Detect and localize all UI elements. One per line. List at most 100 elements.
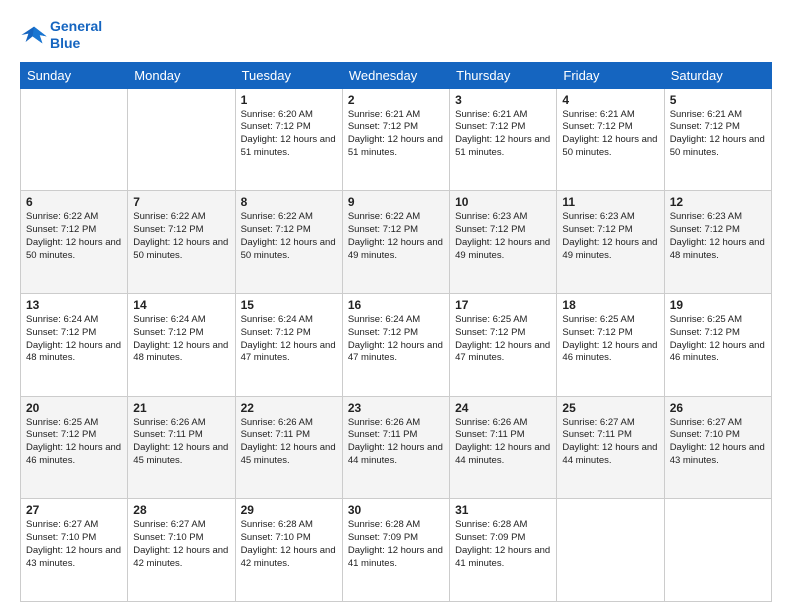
calendar-week-row: 13 Sunrise: 6:24 AM Sunset: 7:12 PM Dayli… <box>21 293 772 396</box>
day-info: Sunrise: 6:24 AM Sunset: 7:12 PM Dayligh… <box>348 314 444 365</box>
calendar-cell: 13 Sunrise: 6:24 AM Sunset: 7:12 PM Dayli… <box>21 293 128 396</box>
day-info: Sunrise: 6:20 AM Sunset: 7:12 PM Dayligh… <box>241 109 337 160</box>
day-info: Sunrise: 6:26 AM Sunset: 7:11 PM Dayligh… <box>241 417 337 468</box>
calendar-cell: 10 Sunrise: 6:23 AM Sunset: 7:12 PM Dayli… <box>450 191 557 294</box>
day-number: 14 <box>133 298 229 312</box>
calendar-cell: 17Sunrise: 6:25 AM Sunset: 7:12 PM Dayli… <box>450 293 557 396</box>
calendar-cell: 2 Sunrise: 6:21 AM Sunset: 7:12 PM Daylig… <box>342 88 449 191</box>
calendar-cell: 15 Sunrise: 6:24 AM Sunset: 7:12 PM Dayli… <box>235 293 342 396</box>
calendar-cell: 3 Sunrise: 6:21 AM Sunset: 7:12 PM Daylig… <box>450 88 557 191</box>
day-number: 7 <box>133 195 229 209</box>
day-info: Sunrise: 6:21 AM Sunset: 7:12 PM Dayligh… <box>670 109 766 160</box>
day-info: Sunrise: 6:25 AM Sunset: 7:12 PM Dayligh… <box>455 314 551 365</box>
calendar-cell: 23Sunrise: 6:26 AM Sunset: 7:11 PM Dayli… <box>342 396 449 499</box>
calendar-cell: 27 Sunrise: 6:27 AM Sunset: 7:10 PM Dayli… <box>21 499 128 602</box>
calendar-cell: 18Sunrise: 6:25 AM Sunset: 7:12 PM Dayli… <box>557 293 664 396</box>
calendar-cell: 19 Sunrise: 6:25 AM Sunset: 7:12 PM Dayli… <box>664 293 771 396</box>
day-info: Sunrise: 6:25 AM Sunset: 7:12 PM Dayligh… <box>670 314 766 365</box>
calendar-week-row: 20 Sunrise: 6:25 AM Sunset: 7:12 PM Dayli… <box>21 396 772 499</box>
logo: General Blue <box>20 18 102 52</box>
calendar-cell: 29Sunrise: 6:28 AM Sunset: 7:10 PM Dayli… <box>235 499 342 602</box>
calendar-cell: 9 Sunrise: 6:22 AM Sunset: 7:12 PM Daylig… <box>342 191 449 294</box>
day-number: 1 <box>241 93 337 107</box>
day-info: Sunrise: 6:28 AM Sunset: 7:09 PM Dayligh… <box>455 519 551 570</box>
day-info: Sunrise: 6:21 AM Sunset: 7:12 PM Dayligh… <box>562 109 658 160</box>
calendar-day-header: Monday <box>128 62 235 88</box>
calendar-day-header: Thursday <box>450 62 557 88</box>
calendar-cell: 1 Sunrise: 6:20 AM Sunset: 7:12 PM Daylig… <box>235 88 342 191</box>
day-info: Sunrise: 6:26 AM Sunset: 7:11 PM Dayligh… <box>133 417 229 468</box>
calendar-cell: 24 Sunrise: 6:26 AM Sunset: 7:11 PM Dayli… <box>450 396 557 499</box>
day-number: 4 <box>562 93 658 107</box>
calendar-table: SundayMondayTuesdayWednesdayThursdayFrid… <box>20 62 772 602</box>
day-number: 10 <box>455 195 551 209</box>
calendar-cell: 6Sunrise: 6:22 AM Sunset: 7:12 PM Daylig… <box>21 191 128 294</box>
calendar-day-header: Tuesday <box>235 62 342 88</box>
calendar-cell <box>664 499 771 602</box>
day-info: Sunrise: 6:23 AM Sunset: 7:12 PM Dayligh… <box>455 211 551 262</box>
day-number: 23 <box>348 401 444 415</box>
day-info: Sunrise: 6:22 AM Sunset: 7:12 PM Dayligh… <box>133 211 229 262</box>
day-info: Sunrise: 6:24 AM Sunset: 7:12 PM Dayligh… <box>241 314 337 365</box>
day-number: 12 <box>670 195 766 209</box>
day-number: 11 <box>562 195 658 209</box>
day-number: 13 <box>26 298 122 312</box>
day-info: Sunrise: 6:22 AM Sunset: 7:12 PM Dayligh… <box>26 211 122 262</box>
calendar-cell: 5 Sunrise: 6:21 AM Sunset: 7:12 PM Daylig… <box>664 88 771 191</box>
day-number: 27 <box>26 503 122 517</box>
calendar-cell: 11 Sunrise: 6:23 AM Sunset: 7:12 PM Dayli… <box>557 191 664 294</box>
day-number: 16 <box>348 298 444 312</box>
day-info: Sunrise: 6:26 AM Sunset: 7:11 PM Dayligh… <box>455 417 551 468</box>
calendar-cell: 14Sunrise: 6:24 AM Sunset: 7:12 PM Dayli… <box>128 293 235 396</box>
day-number: 24 <box>455 401 551 415</box>
day-number: 28 <box>133 503 229 517</box>
day-number: 26 <box>670 401 766 415</box>
calendar-cell: 30Sunrise: 6:28 AM Sunset: 7:09 PM Dayli… <box>342 499 449 602</box>
day-number: 19 <box>670 298 766 312</box>
day-number: 9 <box>348 195 444 209</box>
day-number: 5 <box>670 93 766 107</box>
calendar-cell <box>557 499 664 602</box>
calendar-cell <box>21 88 128 191</box>
day-number: 18 <box>562 298 658 312</box>
logo-bird-icon <box>20 21 48 49</box>
day-number: 8 <box>241 195 337 209</box>
calendar-week-row: 6Sunrise: 6:22 AM Sunset: 7:12 PM Daylig… <box>21 191 772 294</box>
day-info: Sunrise: 6:22 AM Sunset: 7:12 PM Dayligh… <box>348 211 444 262</box>
calendar-cell: 20 Sunrise: 6:25 AM Sunset: 7:12 PM Dayli… <box>21 396 128 499</box>
day-info: Sunrise: 6:23 AM Sunset: 7:12 PM Dayligh… <box>562 211 658 262</box>
calendar-header-row: SundayMondayTuesdayWednesdayThursdayFrid… <box>21 62 772 88</box>
calendar-day-header: Sunday <box>21 62 128 88</box>
calendar-cell: 26 Sunrise: 6:27 AM Sunset: 7:10 PM Dayli… <box>664 396 771 499</box>
calendar-cell: 16 Sunrise: 6:24 AM Sunset: 7:12 PM Dayli… <box>342 293 449 396</box>
day-info: Sunrise: 6:27 AM Sunset: 7:10 PM Dayligh… <box>133 519 229 570</box>
page-header: General Blue <box>20 18 772 52</box>
calendar-cell: 7 Sunrise: 6:22 AM Sunset: 7:12 PM Daylig… <box>128 191 235 294</box>
day-info: Sunrise: 6:21 AM Sunset: 7:12 PM Dayligh… <box>348 109 444 160</box>
calendar-week-row: 1 Sunrise: 6:20 AM Sunset: 7:12 PM Daylig… <box>21 88 772 191</box>
day-number: 29 <box>241 503 337 517</box>
calendar-cell: 8Sunrise: 6:22 AM Sunset: 7:12 PM Daylig… <box>235 191 342 294</box>
day-number: 3 <box>455 93 551 107</box>
calendar-cell <box>128 88 235 191</box>
calendar-cell: 4 Sunrise: 6:21 AM Sunset: 7:12 PM Daylig… <box>557 88 664 191</box>
calendar-day-header: Friday <box>557 62 664 88</box>
day-number: 25 <box>562 401 658 415</box>
day-info: Sunrise: 6:23 AM Sunset: 7:12 PM Dayligh… <box>670 211 766 262</box>
day-info: Sunrise: 6:28 AM Sunset: 7:09 PM Dayligh… <box>348 519 444 570</box>
day-number: 22 <box>241 401 337 415</box>
day-info: Sunrise: 6:21 AM Sunset: 7:12 PM Dayligh… <box>455 109 551 160</box>
day-info: Sunrise: 6:27 AM Sunset: 7:11 PM Dayligh… <box>562 417 658 468</box>
day-info: Sunrise: 6:27 AM Sunset: 7:10 PM Dayligh… <box>26 519 122 570</box>
day-info: Sunrise: 6:27 AM Sunset: 7:10 PM Dayligh… <box>670 417 766 468</box>
calendar-week-row: 27 Sunrise: 6:27 AM Sunset: 7:10 PM Dayli… <box>21 499 772 602</box>
day-number: 21 <box>133 401 229 415</box>
calendar-cell: 21 Sunrise: 6:26 AM Sunset: 7:11 PM Dayli… <box>128 396 235 499</box>
day-info: Sunrise: 6:24 AM Sunset: 7:12 PM Dayligh… <box>26 314 122 365</box>
day-info: Sunrise: 6:25 AM Sunset: 7:12 PM Dayligh… <box>26 417 122 468</box>
day-number: 15 <box>241 298 337 312</box>
day-number: 20 <box>26 401 122 415</box>
calendar-day-header: Wednesday <box>342 62 449 88</box>
day-number: 2 <box>348 93 444 107</box>
calendar-cell: 12 Sunrise: 6:23 AM Sunset: 7:12 PM Dayli… <box>664 191 771 294</box>
